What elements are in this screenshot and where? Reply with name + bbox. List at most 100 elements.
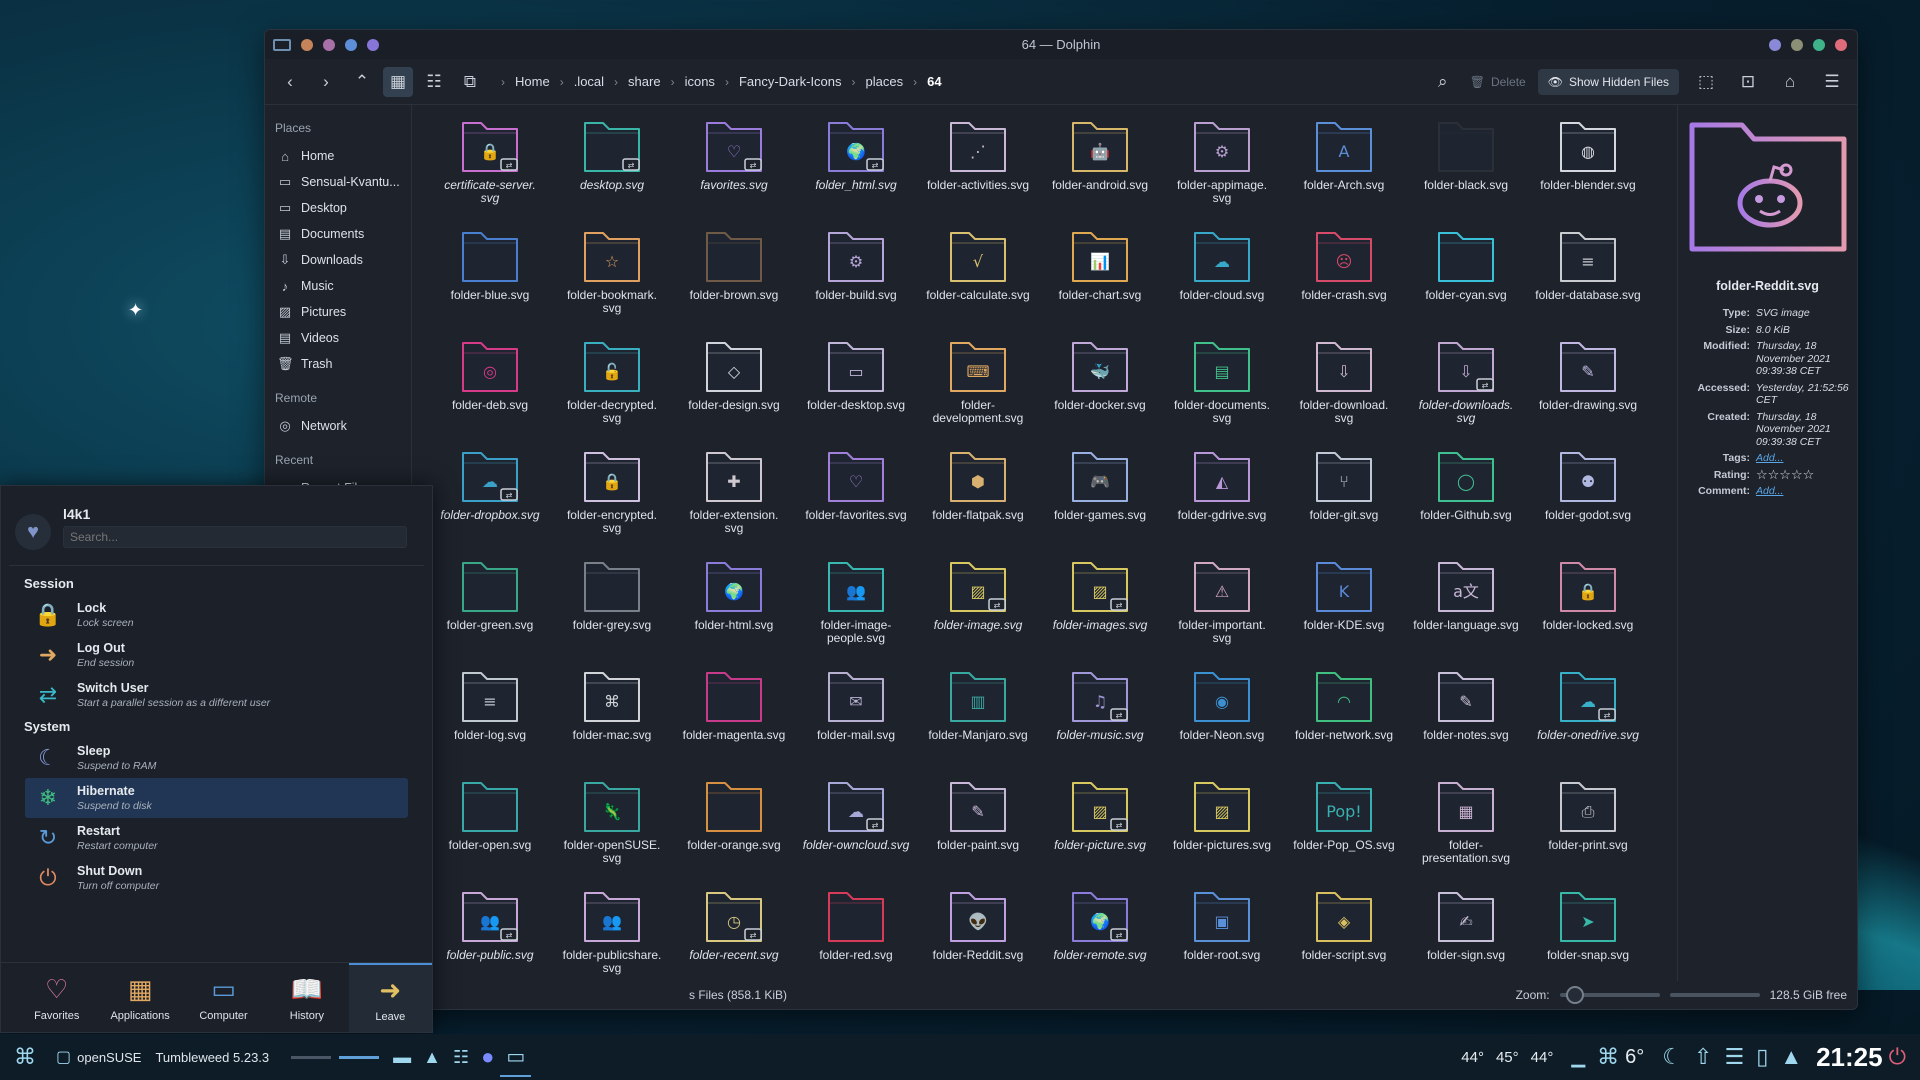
- breadcrumb-item[interactable]: .local: [570, 72, 608, 91]
- file-item[interactable]: Kfolder-KDE.svg: [1283, 557, 1405, 667]
- maximize-button[interactable]: [1813, 38, 1825, 51]
- keep-above-button[interactable]: [1769, 38, 1781, 51]
- shut-down-entry[interactable]: ⏻ Shut Down Turn off computer: [25, 858, 408, 898]
- breadcrumb-item[interactable]: Home: [511, 72, 554, 91]
- places-item-desktop[interactable]: ▭ Desktop: [271, 195, 405, 221]
- forward-button[interactable]: ›: [311, 67, 341, 97]
- file-item[interactable]: ⬢ folder-flatpak.svg: [917, 447, 1039, 557]
- file-item[interactable]: ⑂ folder-git.svg: [1283, 447, 1405, 557]
- breadcrumb-item[interactable]: places: [862, 72, 908, 91]
- pager-desktop-2[interactable]: [339, 1055, 380, 1059]
- select-icon[interactable]: ⬚: [1691, 67, 1721, 97]
- file-item[interactable]: 📊 folder-chart.svg: [1039, 227, 1161, 337]
- file-item[interactable]: ◎ folder-deb.svg: [429, 337, 551, 447]
- chevron-right-icon[interactable]: ›: [560, 75, 564, 89]
- info-tags-add-link[interactable]: Add...: [1756, 452, 1849, 465]
- dolphin-task-icon[interactable]: ▭: [500, 1037, 532, 1077]
- info-comment-add-link[interactable]: Add...: [1756, 485, 1849, 498]
- restart-entry[interactable]: ↻ Restart Restart computer: [25, 818, 408, 858]
- breadcrumb-item[interactable]: icons: [681, 72, 719, 91]
- file-item[interactable]: folder-cyan.svg: [1405, 227, 1527, 337]
- file-item[interactable]: ◯ folder-Github.svg: [1405, 447, 1527, 557]
- file-item[interactable]: 🔓 folder-decrypted. svg: [551, 337, 673, 447]
- file-item[interactable]: √ folder-calculate.svg: [917, 227, 1039, 337]
- system-monitor-icon[interactable]: ▁: [1565, 1037, 1591, 1077]
- compact-view-button[interactable]: ☷: [419, 67, 449, 97]
- file-item[interactable]: ⎙ folder-print.svg: [1527, 777, 1649, 887]
- file-item[interactable]: 🤖 folder-android.svg: [1039, 117, 1161, 227]
- user-avatar[interactable]: ♥: [15, 514, 51, 550]
- file-item[interactable]: ⌨ folder- development.svg: [917, 337, 1039, 447]
- task-label-opensuse[interactable]: openSUSE: [77, 1050, 141, 1065]
- task-window-icon[interactable]: ▢: [50, 1037, 77, 1077]
- file-item[interactable]: ⌘ folder-mac.svg: [551, 667, 673, 777]
- places-item-downloads[interactable]: ⇩ Downloads: [271, 247, 405, 273]
- tab-favorites[interactable]: ♡ Favorites: [15, 963, 98, 1032]
- file-item[interactable]: ☆ folder-bookmark. svg: [551, 227, 673, 337]
- close-button[interactable]: [1835, 38, 1847, 51]
- file-item[interactable]: 🌍 folder-html.svg: [673, 557, 795, 667]
- power-icon[interactable]: ⏻: [1883, 1037, 1912, 1077]
- file-item[interactable]: folder-orange.svg: [673, 777, 795, 887]
- clock[interactable]: 21:25: [1816, 1042, 1883, 1073]
- clipboard-icon[interactable]: ▯: [1750, 1037, 1774, 1077]
- file-item[interactable]: 🔒 folder-locked.svg: [1527, 557, 1649, 667]
- places-item-trash[interactable]: 🗑 Trash: [271, 351, 405, 377]
- task-label-tumbleweed[interactable]: Tumbleweed 5.23.3: [155, 1050, 269, 1065]
- delete-button[interactable]: 🗑 Delete: [1470, 75, 1526, 89]
- places-item-music[interactable]: ♪ Music: [271, 273, 405, 299]
- file-item[interactable]: ⚠ folder-important. svg: [1161, 557, 1283, 667]
- file-item[interactable]: ⚙ folder-appimage. svg: [1161, 117, 1283, 227]
- file-item[interactable]: ◉ folder-Neon.svg: [1161, 667, 1283, 777]
- file-item[interactable]: 🐳 folder-docker.svg: [1039, 337, 1161, 447]
- kde-connect-icon[interactable]: ⌘: [1591, 1037, 1625, 1077]
- night-mode-icon[interactable]: ☾: [1656, 1037, 1688, 1077]
- file-item[interactable]: ▥ folder-Manjaro.svg: [917, 667, 1039, 777]
- file-item[interactable]: ☹ folder-crash.svg: [1283, 227, 1405, 337]
- file-item[interactable]: folder-grey.svg: [551, 557, 673, 667]
- log-out-entry[interactable]: ➜ Log Out End session: [25, 635, 408, 675]
- places-item-network[interactable]: ◎ Network: [271, 413, 405, 439]
- system-settings-icon[interactable]: ☷: [447, 1037, 475, 1077]
- file-item[interactable]: 🔒 folder-encrypted. svg: [551, 447, 673, 557]
- file-item[interactable]: ⚙ folder-build.svg: [795, 227, 917, 337]
- up-button[interactable]: ⌃: [347, 67, 377, 97]
- file-item[interactable]: ▦ folder- presentation.svg: [1405, 777, 1527, 887]
- hibernate-entry[interactable]: ❄ Hibernate Suspend to disk: [25, 778, 408, 818]
- search-icon[interactable]: ⌕: [1428, 67, 1458, 97]
- file-item[interactable]: ✎ folder-paint.svg: [917, 777, 1039, 887]
- info-rating-stars[interactable]: ☆☆☆☆☆: [1756, 468, 1849, 482]
- file-item[interactable]: ♡ folder-favorites.svg: [795, 447, 917, 557]
- file-item[interactable]: folder-blue.svg: [429, 227, 551, 337]
- file-item[interactable]: folder-open.svg: [429, 777, 551, 887]
- inkscape-icon[interactable]: ▲: [417, 1037, 447, 1077]
- file-item[interactable]: ☁ folder-cloud.svg: [1161, 227, 1283, 337]
- file-item[interactable]: 🔒 ⇄ certificate-server. svg: [429, 117, 551, 227]
- file-item[interactable]: ✎ folder-drawing.svg: [1527, 337, 1649, 447]
- file-item[interactable]: 👥 folder-image- people.svg: [795, 557, 917, 667]
- desktop-icon[interactable]: ▬: [387, 1037, 417, 1077]
- show-hidden-files-button[interactable]: 👁 Show Hidden Files: [1537, 68, 1679, 95]
- places-item-sensual-kvantu[interactable]: ▭ Sensual-Kvantu...: [271, 169, 405, 195]
- breadcrumb-item[interactable]: share: [624, 72, 665, 91]
- file-item[interactable]: ▨ folder-pictures.svg: [1161, 777, 1283, 887]
- zoom-slider[interactable]: [1559, 986, 1660, 1004]
- icons-view-button[interactable]: ▦: [383, 66, 413, 97]
- file-item[interactable]: ≡ folder-database.svg: [1527, 227, 1649, 337]
- back-button[interactable]: ‹: [275, 67, 305, 97]
- tab-applications[interactable]: ▦ Applications: [98, 963, 181, 1032]
- chevron-right-icon[interactable]: ›: [671, 75, 675, 89]
- file-item[interactable]: ▨ ⇄ folder-images.svg: [1039, 557, 1161, 667]
- file-item[interactable]: ✚ folder-extension. svg: [673, 447, 795, 557]
- file-item[interactable]: ☁ ⇄ folder-dropbox.svg: [429, 447, 551, 557]
- file-item[interactable]: ☁ ⇄ folder-owncloud.svg: [795, 777, 917, 887]
- home-icon[interactable]: ⌂: [1775, 67, 1805, 97]
- updates-icon[interactable]: ⇧: [1688, 1037, 1718, 1077]
- places-item-pictures[interactable]: ▨ Pictures: [271, 299, 405, 325]
- chevron-right-icon[interactable]: ›: [913, 75, 917, 89]
- split-view-icon[interactable]: ⊡: [1733, 67, 1763, 97]
- file-item[interactable]: folder-brown.svg: [673, 227, 795, 337]
- chevron-right-icon[interactable]: ›: [852, 75, 856, 89]
- file-item[interactable]: ⋰ folder-activities.svg: [917, 117, 1039, 227]
- details-view-button[interactable]: ⧉: [455, 67, 485, 97]
